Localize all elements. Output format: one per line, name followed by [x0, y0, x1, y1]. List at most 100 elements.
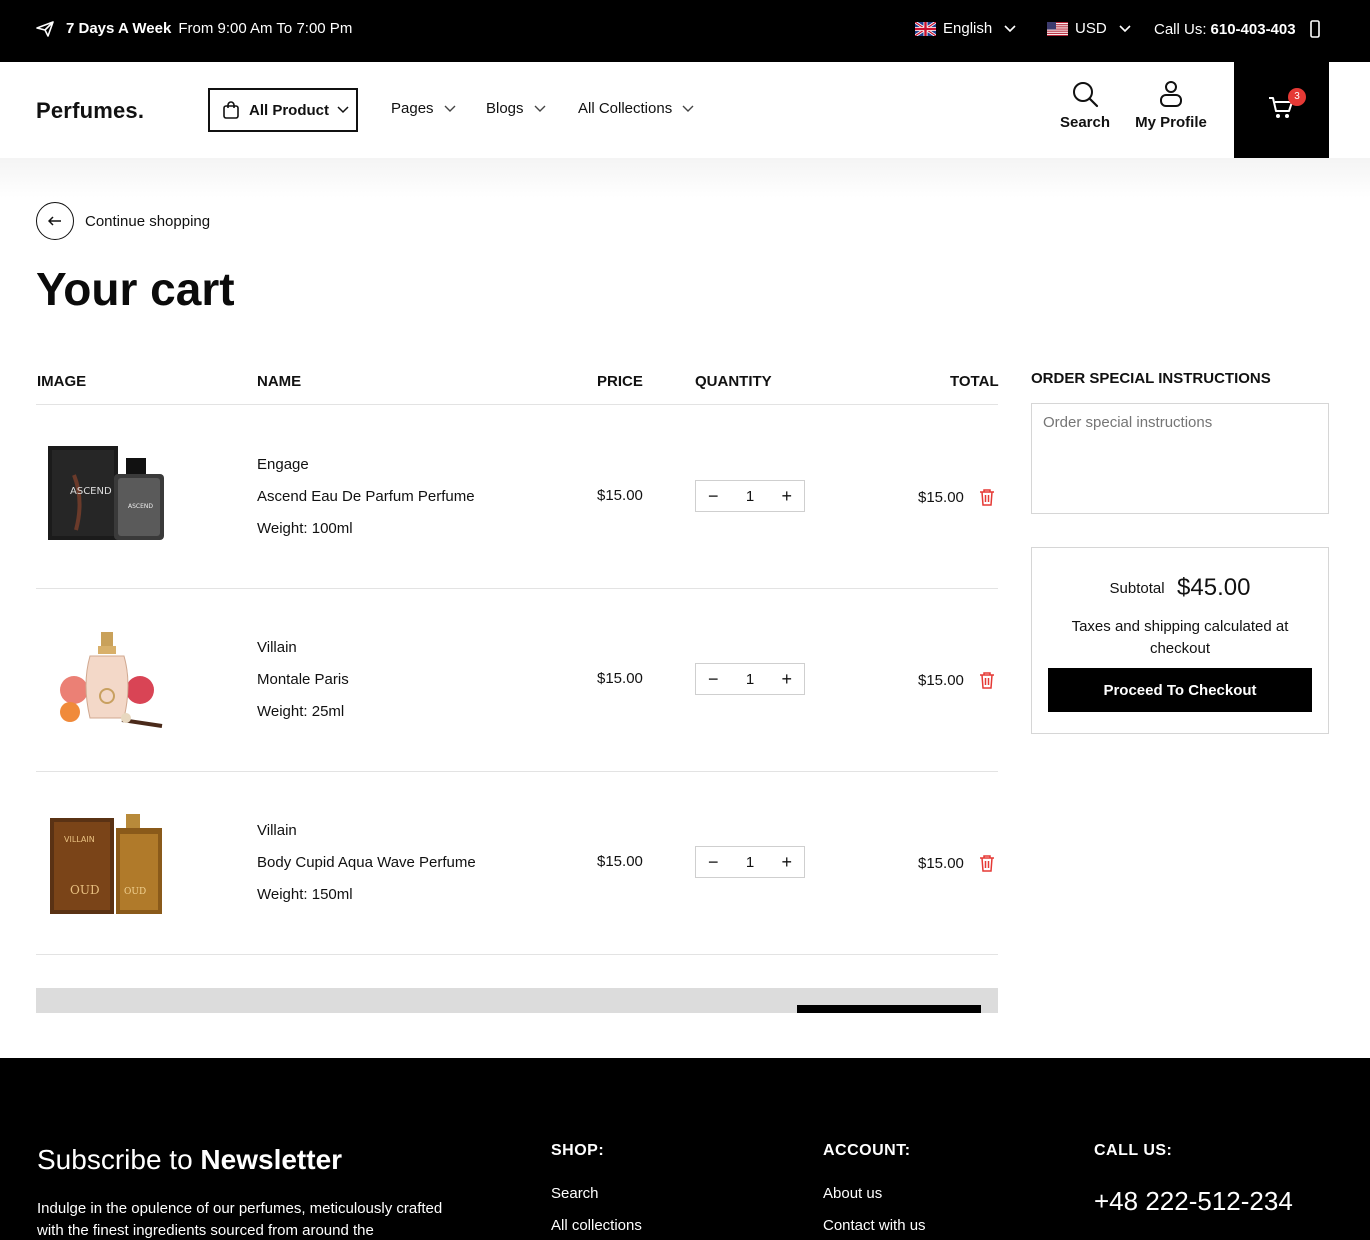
all-product-button[interactable]: All Product [208, 88, 358, 132]
page-title: Your cart [36, 263, 235, 315]
footer-link-all-collections[interactable]: All collections [551, 1217, 642, 1234]
product-title[interactable]: Ascend Eau De Parfum Perfume [257, 481, 475, 513]
svg-text:VILLAIN: VILLAIN [64, 835, 95, 844]
newsletter-title-b: Newsletter [200, 1144, 343, 1175]
product-price: $15.00 [597, 853, 643, 870]
svg-text:OUD: OUD [70, 883, 100, 897]
footer-link-about-us[interactable]: About us [823, 1185, 882, 1202]
search-button[interactable]: Search [1058, 80, 1112, 131]
subtotal-value: $45.00 [1177, 574, 1251, 601]
currency-label: USD [1075, 20, 1107, 37]
product-variant: Weight: 150ml [257, 886, 353, 903]
newsletter-text: Indulge in the opulence of our perfumes,… [37, 1200, 443, 1239]
product-price: $15.00 [597, 487, 643, 504]
svg-text:ASCEND: ASCEND [128, 503, 153, 510]
product-info: Villain Body Cupid Aqua Wave Perfume Wei… [257, 815, 476, 911]
taxes-note: Taxes and shipping calculated at checkou… [1071, 618, 1289, 657]
search-label: Search [1059, 114, 1111, 131]
header-shadow [0, 158, 1370, 198]
divider [36, 404, 998, 405]
language-selector[interactable]: English [915, 20, 1016, 37]
currency-selector[interactable]: USD [1047, 20, 1131, 37]
product-info: Engage Ascend Eau De Parfum Perfume Weig… [257, 449, 475, 545]
chevron-down-icon [1119, 24, 1131, 32]
nav-pages[interactable]: Pages [391, 100, 456, 117]
nav-blogs[interactable]: Blogs [486, 100, 546, 117]
trash-icon[interactable] [979, 488, 995, 506]
product-title[interactable]: Body Cupid Aqua Wave Perfume [257, 847, 476, 879]
increase-quantity-button[interactable]: + [781, 669, 792, 690]
order-instructions-title: ORDER SPECIAL INSTRUCTIONS [1031, 370, 1271, 387]
decrease-quantity-button[interactable]: − [708, 852, 719, 873]
call-us[interactable]: Call Us: 610-403-403 [1154, 20, 1320, 38]
product-variant: Weight: 100ml [257, 520, 353, 537]
main-header: Perfumes. All Product Pages Blogs All Co… [0, 62, 1370, 158]
paper-plane-icon [36, 20, 54, 37]
nav-pages-label: Pages [391, 100, 434, 117]
footer-link-search[interactable]: Search [551, 1185, 599, 1202]
user-icon [1160, 81, 1182, 107]
trash-icon[interactable] [979, 854, 995, 872]
chevron-down-icon [1004, 24, 1016, 32]
product-variant: Weight: 25ml [257, 703, 345, 720]
oud-bottle-image[interactable]: VILLAIN OUD OUD [44, 808, 168, 918]
footer-phone[interactable]: +48 222-512-234 [1094, 1186, 1293, 1217]
line-total: $15.00 [918, 672, 964, 689]
nav-all-collections-label: All Collections [578, 100, 673, 117]
my-profile-label: My Profile [1135, 114, 1207, 131]
proceed-to-checkout-button[interactable]: Proceed To Checkout [1048, 668, 1312, 712]
nav-blogs-label: Blogs [486, 100, 524, 117]
arrow-left-icon [36, 202, 74, 240]
montale-bottle-image[interactable] [44, 624, 168, 734]
svg-text:OUD: OUD [124, 887, 146, 897]
store-hours-time: From 9:00 Am To 7:00 Pm [178, 20, 353, 37]
quantity-value[interactable]: 1 [746, 488, 754, 505]
subtotal-label: Subtotal [1109, 579, 1165, 597]
store-hours-days: 7 Days A Week [66, 20, 172, 37]
horizontal-scrollbar[interactable] [36, 988, 998, 1013]
order-summary: Subtotal $45.00 Taxes and shipping calcu… [1031, 547, 1329, 734]
quantity-value[interactable]: 1 [746, 671, 754, 688]
decrease-quantity-button[interactable]: − [708, 669, 719, 690]
mobile-phone-icon [1309, 20, 1320, 38]
column-header-total: TOTAL [950, 373, 999, 390]
product-vendor: Villain [257, 639, 297, 656]
trash-icon[interactable] [979, 671, 995, 689]
continue-shopping-label: Continue shopping [85, 212, 211, 230]
footer-link-contact[interactable]: Contact with us [823, 1217, 926, 1234]
svg-text:ASCEND: ASCEND [70, 486, 112, 497]
increase-quantity-button[interactable]: + [781, 852, 792, 873]
site-logo[interactable]: Perfumes. [36, 98, 144, 124]
decrease-quantity-button[interactable]: − [708, 486, 719, 507]
store-hours: 7 Days A Week From 9:00 Am To 7:00 Pm [36, 20, 352, 37]
quantity-stepper: − 1 + [695, 480, 805, 512]
increase-quantity-button[interactable]: + [781, 486, 792, 507]
column-header-price: PRICE [597, 373, 643, 390]
column-header-image: IMAGE [37, 373, 87, 390]
footer-call-title: CALL US: [1094, 1142, 1173, 1159]
continue-shopping-link[interactable]: Continue shopping [36, 202, 210, 240]
product-info: Villain Montale Paris Weight: 25ml [257, 632, 349, 728]
ascend-bottle-image[interactable]: ASCEND ASCEND [44, 440, 168, 550]
column-header-name: NAME [257, 373, 302, 390]
scrollbar-thumb[interactable] [797, 1005, 981, 1013]
my-profile-button[interactable]: My Profile [1133, 80, 1209, 131]
quantity-value[interactable]: 1 [746, 854, 754, 871]
cart-button[interactable]: 3 [1234, 62, 1329, 158]
site-footer: Subscribe to Newsletter Indulge in the o… [0, 1058, 1370, 1240]
footer-account-title: ACCOUNT: [823, 1142, 911, 1159]
order-instructions-input[interactable] [1031, 403, 1329, 514]
product-title[interactable]: Montale Paris [257, 664, 349, 696]
call-number: 610-403-403 [1210, 20, 1296, 38]
us-flag-icon [1047, 21, 1068, 36]
call-label: Call Us: [1154, 20, 1207, 38]
language-label: English [943, 20, 993, 37]
product-vendor: Engage [257, 456, 309, 473]
line-total: $15.00 [918, 855, 964, 872]
cart-count-badge: 3 [1288, 88, 1306, 106]
search-icon [1073, 82, 1099, 108]
nav-all-collections[interactable]: All Collections [578, 100, 694, 117]
shopping-bag-icon [223, 101, 239, 119]
chevron-down-icon [337, 106, 349, 114]
subtotal-line: Subtotal $45.00 [1032, 574, 1328, 602]
